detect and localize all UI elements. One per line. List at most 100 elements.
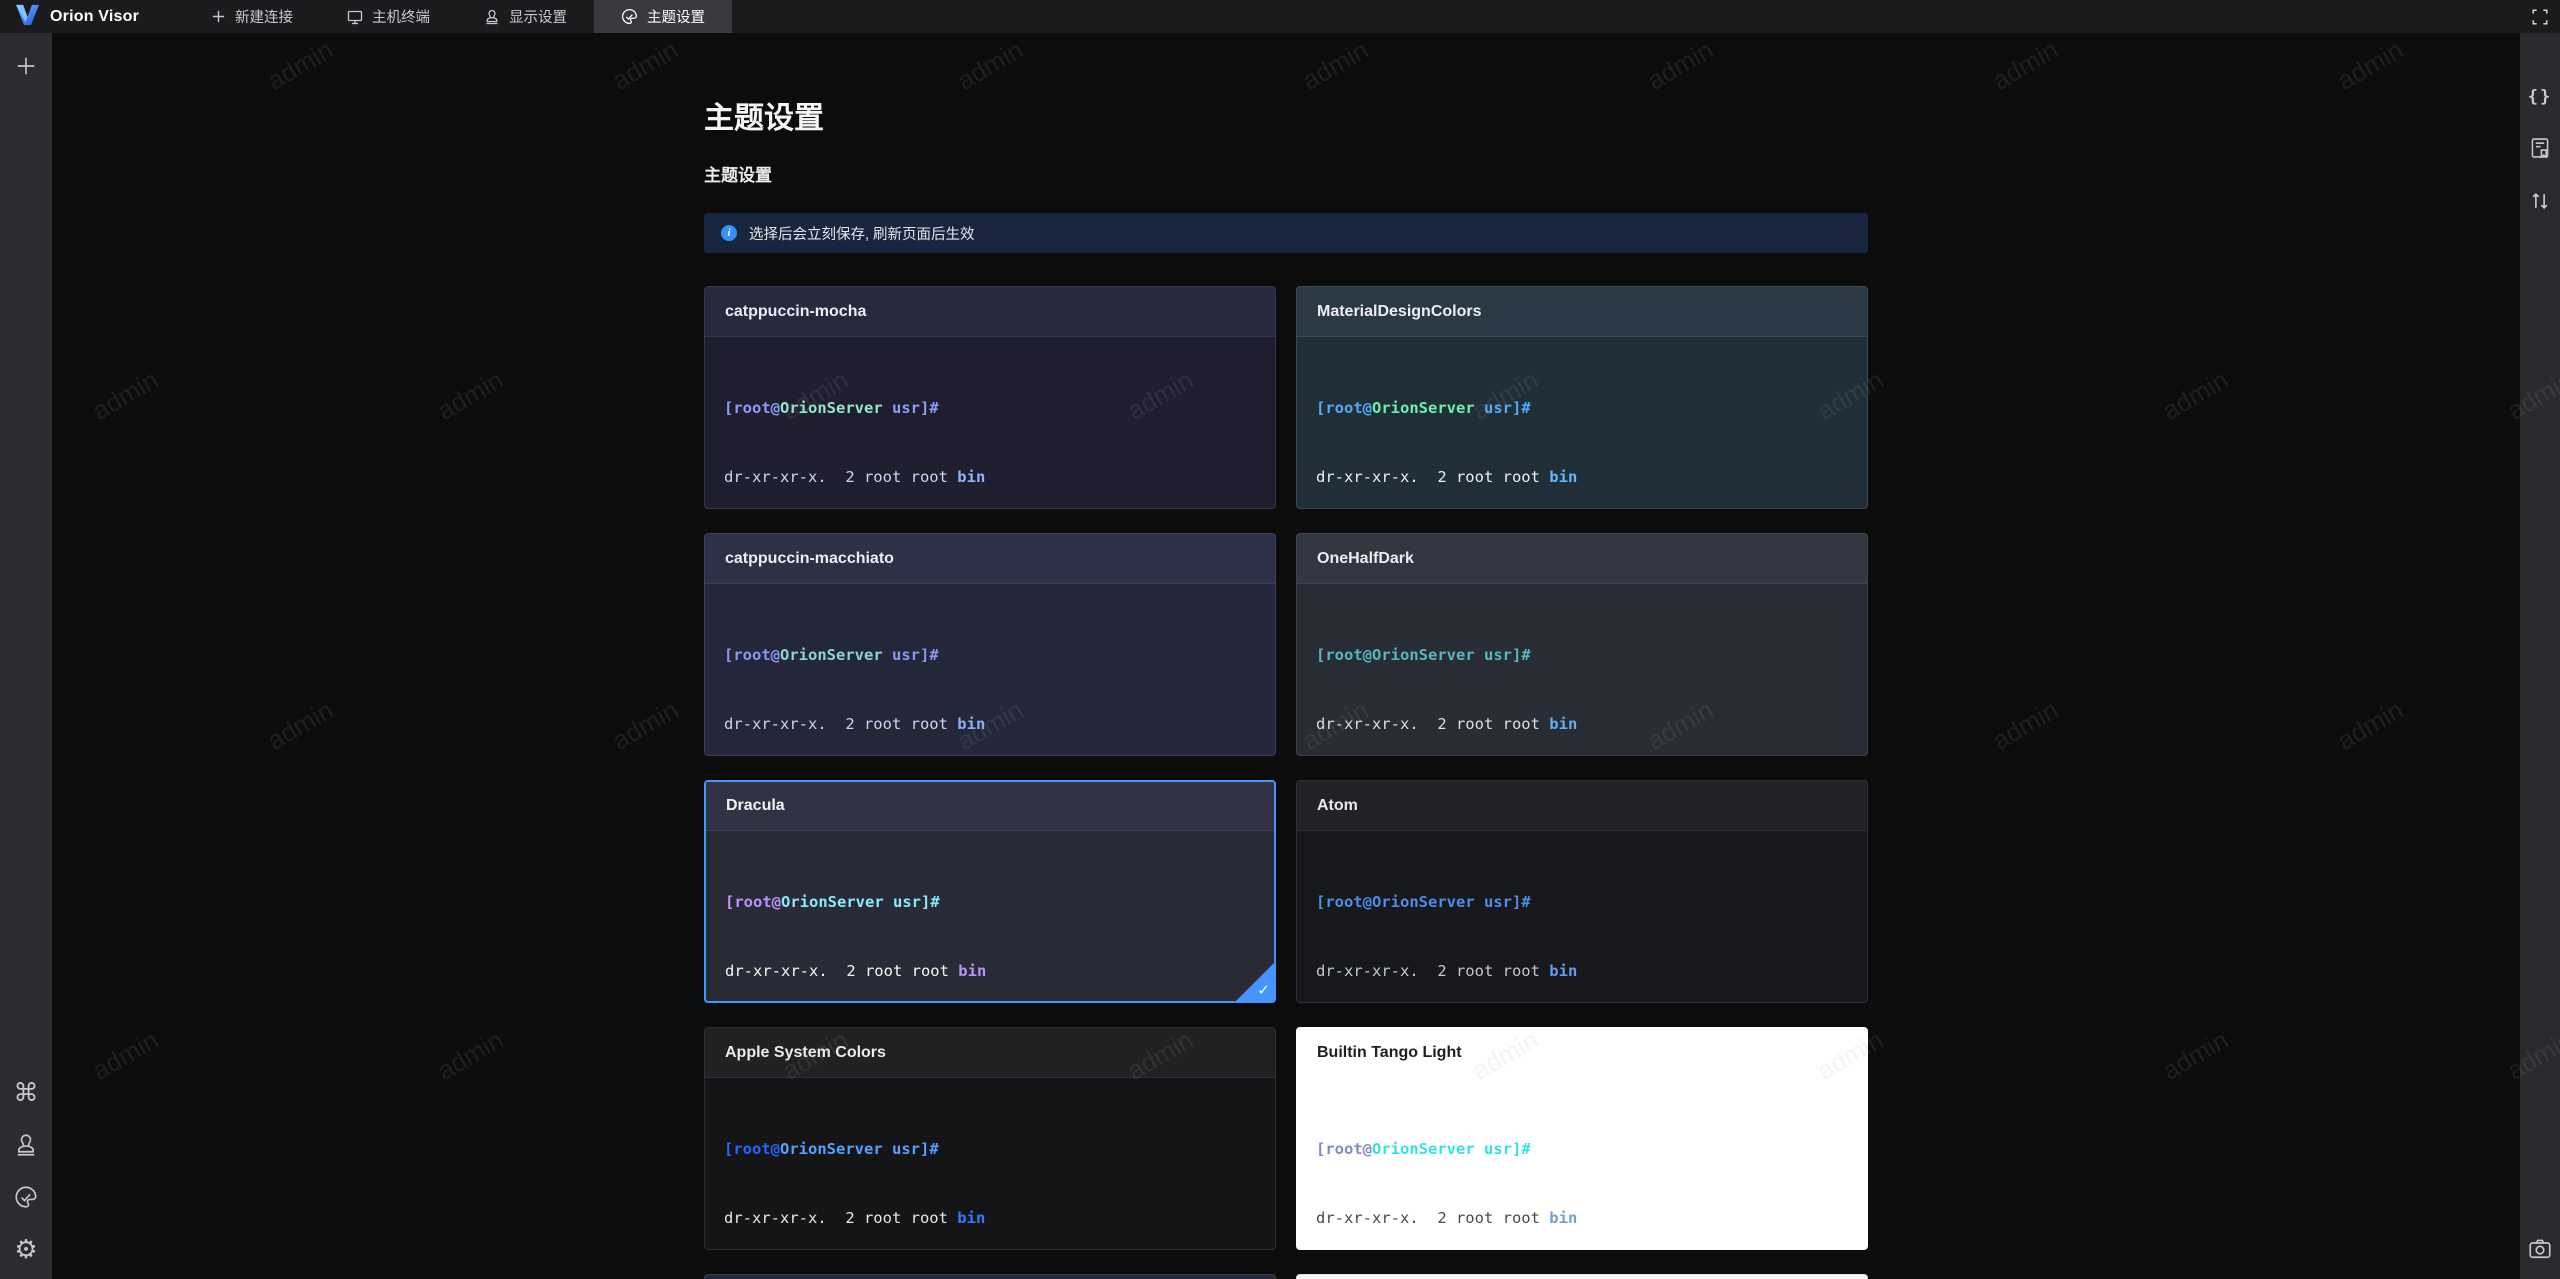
prompt-end: usr]# [883, 893, 940, 911]
theme-card-title: catppuccin-macchiato [725, 549, 894, 567]
line-text: dr-xr-xr-x. 2 root root [724, 715, 958, 733]
info-alert: i 选择后会立刻保存, 刷新页面后生效 [704, 213, 1868, 253]
prompt-user: [root@ [1316, 399, 1372, 417]
plus-icon[interactable] [15, 55, 37, 77]
terminal-line: dr-xr-xr-x. 2 root root bin [725, 960, 1255, 983]
prompt-user: [root@ [724, 1140, 780, 1158]
theme-card-title: OneHalfDark [1317, 549, 1414, 567]
dir-name: bin [1549, 468, 1578, 486]
brand: Orion Visor [0, 3, 154, 31]
prompt-user: [root@ [725, 893, 781, 911]
prompt-host: OrionServer [780, 646, 883, 664]
terminal-preview: [root@OrionServer usr]# dr-xr-xr-x. 2 ro… [705, 337, 1275, 508]
prompt-user: [root@ [1316, 646, 1372, 664]
camera-icon[interactable] [2528, 1237, 2552, 1279]
terminal-preview: [root@OrionServer usr]# dr-xr-xr-x. 2 ro… [1297, 1078, 1867, 1249]
dir-name: bin [1549, 962, 1578, 980]
prompt-host: OrionServer [1372, 893, 1475, 911]
tab-host-terminal[interactable]: 主机终端 [320, 0, 457, 33]
theme-card-header: catppuccin-macchiato [705, 534, 1275, 584]
fullscreen-icon[interactable] [2520, 0, 2560, 33]
info-icon: i [721, 225, 737, 241]
line-text: dr-xr-xr-x. 2 root root [1316, 962, 1550, 980]
terminal-preview: [root@OrionServer usr]# dr-xr-xr-x. 2 ro… [706, 831, 1274, 1001]
tab-theme-settings[interactable]: 主题设置 [594, 0, 733, 33]
line-text: dr-xr-xr-x. 2 root root [724, 1209, 958, 1227]
dir-name: bin [957, 715, 986, 733]
terminal-preview: [root@OrionServer usr]# dr-xr-xr-x. 2 ro… [1297, 337, 1867, 508]
dir-name: bin [958, 962, 987, 980]
prompt-host: OrionServer [1372, 646, 1475, 664]
dir-name: bin [957, 1209, 986, 1227]
palette-icon[interactable] [14, 1185, 38, 1209]
terminal-prompt-line: [root@OrionServer usr]# [1316, 397, 1848, 420]
terminal-line: dr-xr-xr-x. 2 root root bin [1316, 1207, 1848, 1230]
braces-icon[interactable]: {} [2528, 89, 2552, 106]
theme-card[interactable]: catppuccin-mocha [root@OrionServer usr]#… [704, 286, 1276, 509]
monitor-icon [347, 9, 363, 25]
theme-card[interactable]: Atom [root@OrionServer usr]# dr-xr-xr-x.… [1296, 780, 1868, 1003]
info-alert-text: 选择后会立刻保存, 刷新页面后生效 [749, 226, 975, 243]
theme-card-title: MaterialDesignColors [1317, 302, 1482, 320]
tab-new-connection[interactable]: 新建连接 [184, 0, 320, 33]
terminal-line: dr-xr-xr-x. 2 root root bin [724, 713, 1256, 736]
theme-card-header: Dracula [706, 782, 1274, 831]
theme-card-partial[interactable] [704, 1274, 1276, 1279]
terminal-prompt-line: [root@OrionServer usr]# [725, 891, 1255, 914]
topbar: Orion Visor 新建连接 主机终端 显示设置 主题设置 [0, 0, 2560, 33]
doc-bookmark-icon[interactable] [2529, 137, 2551, 159]
right-sidebar: {} [2520, 33, 2560, 1279]
theme-card-header: Builtin Tango Light [1297, 1028, 1867, 1078]
theme-card[interactable]: Builtin Tango Light [root@OrionServer us… [1296, 1027, 1868, 1250]
prompt-end: usr]# [1474, 646, 1531, 664]
sort-icon[interactable] [2529, 190, 2551, 212]
theme-card[interactable]: OneHalfDark [root@OrionServer usr]# dr-x… [1296, 533, 1868, 756]
terminal-prompt-line: [root@OrionServer usr]# [1316, 644, 1848, 667]
terminal-preview: [root@OrionServer usr]# dr-xr-xr-x. 2 ro… [1297, 584, 1867, 755]
line-text: dr-xr-xr-x. 2 root root [1316, 1209, 1550, 1227]
theme-card-partial[interactable] [1296, 1274, 1868, 1279]
line-text: dr-xr-xr-x. 2 root root [724, 468, 958, 486]
stamp-icon [484, 9, 500, 25]
prompt-end: usr]# [882, 646, 939, 664]
theme-card-title: Apple System Colors [725, 1043, 886, 1061]
tab-label: 主机终端 [372, 10, 431, 26]
topbar-tabs: 新建连接 主机终端 显示设置 主题设置 [184, 0, 733, 33]
prompt-user: [root@ [1316, 893, 1372, 911]
theme-grid: catppuccin-mocha [root@OrionServer usr]#… [704, 286, 1868, 1279]
theme-card[interactable]: Dracula [root@OrionServer usr]# dr-xr-xr… [704, 780, 1276, 1003]
terminal-line: dr-xr-xr-x. 2 root root bin [1316, 960, 1848, 983]
terminal-prompt-line: [root@OrionServer usr]# [724, 397, 1256, 420]
theme-card-title: Atom [1317, 796, 1358, 814]
main-content: 主题设置 主题设置 i 选择后会立刻保存, 刷新页面后生效 catppuccin… [52, 33, 2520, 1279]
theme-card[interactable]: MaterialDesignColors [root@OrionServer u… [1296, 286, 1868, 509]
terminal-preview: [root@OrionServer usr]# dr-xr-xr-x. 2 ro… [705, 1078, 1275, 1249]
tab-label: 主题设置 [647, 10, 706, 26]
command-icon[interactable]: ⌘ [14, 1080, 39, 1105]
terminal-line: dr-xr-xr-x. 2 root root bin [724, 1207, 1256, 1230]
stamp-icon[interactable] [14, 1133, 38, 1157]
page-title: 主题设置 [704, 102, 824, 135]
plus-icon [211, 9, 226, 24]
terminal-preview: [root@OrionServer usr]# dr-xr-xr-x. 2 ro… [705, 584, 1275, 755]
dir-name: bin [1549, 715, 1578, 733]
theme-card-header: MaterialDesignColors [1297, 287, 1867, 337]
theme-card-header: OneHalfDark [1297, 534, 1867, 584]
terminal-line: dr-xr-xr-x. 2 root root bin [1316, 713, 1848, 736]
theme-card[interactable]: catppuccin-macchiato [root@OrionServer u… [704, 533, 1276, 756]
theme-card[interactable]: Apple System Colors [root@OrionServer us… [704, 1027, 1276, 1250]
left-sidebar: ⌘ ⚙ [0, 33, 52, 1279]
prompt-host: OrionServer [781, 893, 884, 911]
theme-card-header: catppuccin-mocha [705, 287, 1275, 337]
line-text: dr-xr-xr-x. 2 root root [1316, 468, 1550, 486]
dir-name: bin [1549, 1209, 1578, 1227]
theme-card-header: Apple System Colors [705, 1028, 1275, 1078]
app-title: Orion Visor [50, 7, 140, 25]
dir-name: bin [957, 468, 986, 486]
line-text: dr-xr-xr-x. 2 root root [1316, 715, 1550, 733]
line-text: dr-xr-xr-x. 2 root root [725, 962, 959, 980]
tab-display-settings[interactable]: 显示设置 [457, 0, 594, 33]
prompt-host: OrionServer [1372, 399, 1475, 417]
gear-icon[interactable]: ⚙ [14, 1237, 37, 1263]
prompt-user: [root@ [1316, 1140, 1372, 1158]
